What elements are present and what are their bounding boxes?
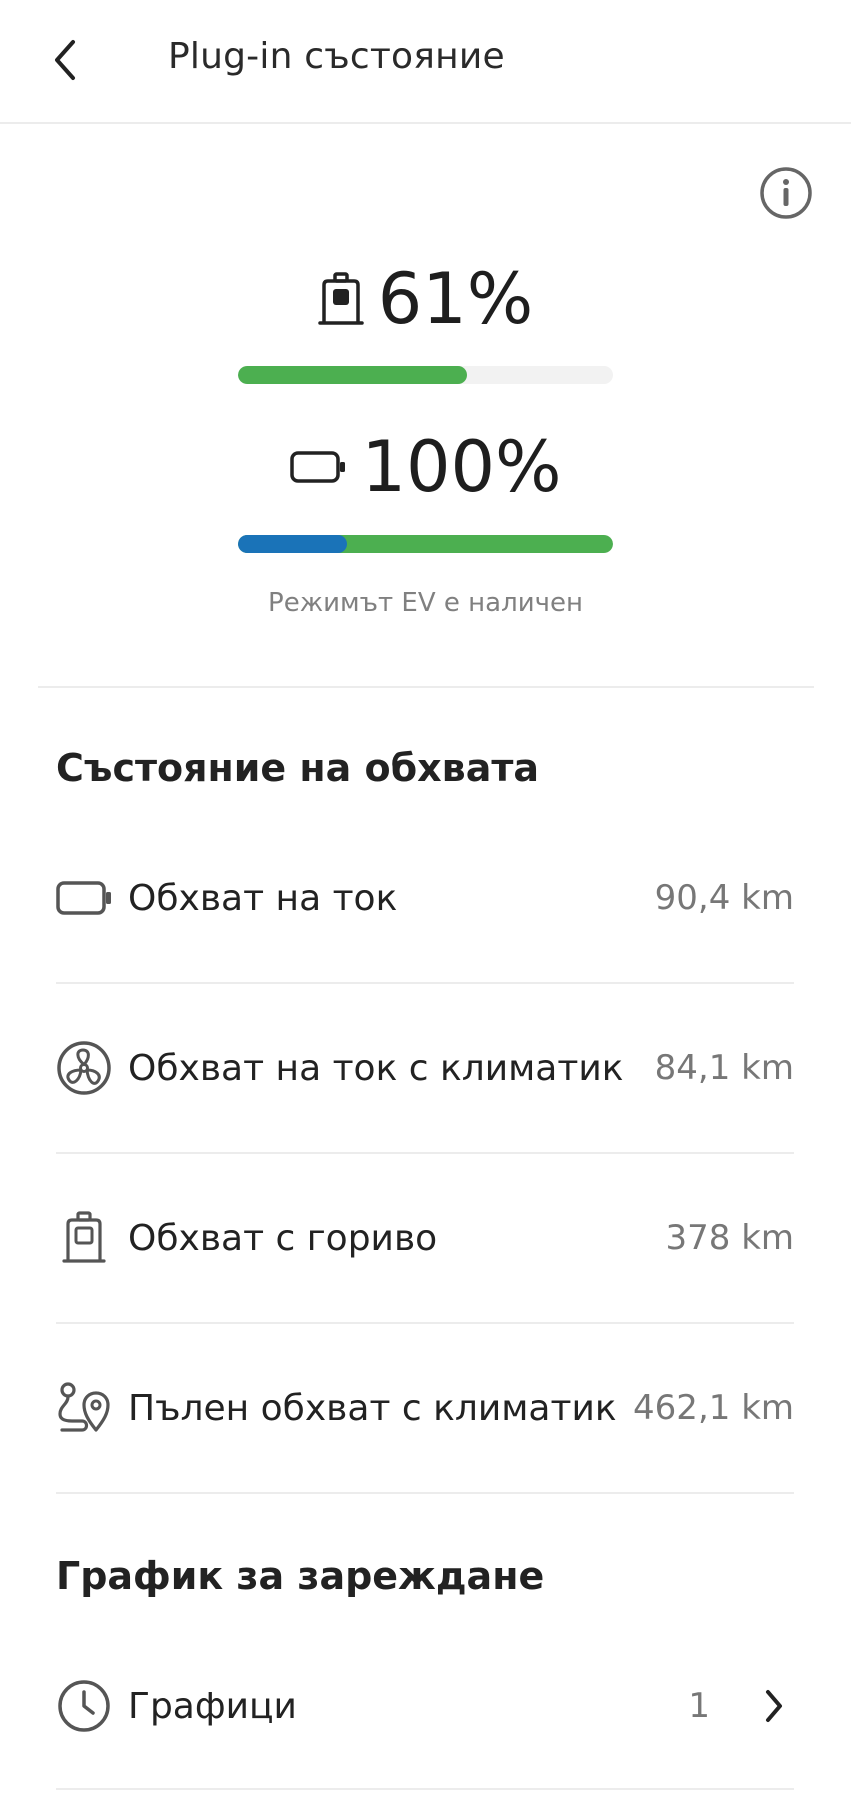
fuel-level-value: 61% <box>377 258 534 340</box>
schedules-count: 1 <box>688 1686 710 1726</box>
fuel-level-fill <box>238 366 467 384</box>
range-item-value: 90,4 km <box>654 878 794 918</box>
battery-level-bar <box>238 535 613 553</box>
ev-level-fill <box>238 535 347 553</box>
range-item-value: 462,1 km <box>633 1388 794 1428</box>
schedules-row[interactable]: Графици 1 <box>56 1658 794 1754</box>
range-item-fuel: Обхват с гориво 378 km <box>56 1190 794 1286</box>
battery-icon <box>56 870 112 926</box>
route-pin-icon <box>56 1380 112 1436</box>
divider <box>56 982 794 984</box>
range-item-electric: Обхват на ток 90,4 km <box>56 850 794 946</box>
range-section-title: Състояние на обхвата <box>56 746 540 790</box>
divider <box>56 1152 794 1154</box>
chevron-right-icon <box>754 1686 794 1726</box>
range-item-electric-ac: Обхват на ток с климатик 84,1 km <box>56 1020 794 1116</box>
battery-level-value: 100% <box>361 426 562 508</box>
battery-level-display: 100% <box>0 422 851 512</box>
chevron-left-icon <box>55 40 75 80</box>
divider <box>56 1788 794 1790</box>
page-title: Plug-in състояние <box>168 36 505 77</box>
back-button[interactable] <box>40 30 90 90</box>
divider <box>56 1322 794 1324</box>
fuel-level-display: 61% <box>0 254 851 344</box>
ev-mode-status: Режимът EV е наличен <box>268 588 583 618</box>
schedules-label: Графици <box>128 1685 297 1727</box>
app-header: Plug-in състояние <box>0 0 851 124</box>
divider <box>56 1492 794 1494</box>
range-item-label: Пълен обхват с климатик <box>128 1387 617 1429</box>
fuel-level-bar <box>238 366 613 384</box>
range-item-label: Обхват с гориво <box>128 1217 438 1259</box>
fuel-pump-icon <box>56 1210 112 1266</box>
clock-icon <box>56 1678 112 1734</box>
fuel-pump-icon <box>317 272 364 325</box>
battery-icon <box>290 451 346 483</box>
range-item-value: 378 km <box>665 1218 794 1258</box>
range-item-value: 84,1 km <box>654 1048 794 1088</box>
divider <box>38 686 814 688</box>
info-icon <box>760 167 812 219</box>
charging-section-title: График за зареждане <box>56 1554 545 1598</box>
fan-icon <box>56 1040 112 1096</box>
range-item-label: Обхват на ток с климатик <box>128 1047 624 1089</box>
range-item-label: Обхват на ток <box>128 877 398 919</box>
info-button[interactable] <box>757 164 815 222</box>
range-item-total: Пълен обхват с климатик 462,1 km <box>56 1360 794 1456</box>
